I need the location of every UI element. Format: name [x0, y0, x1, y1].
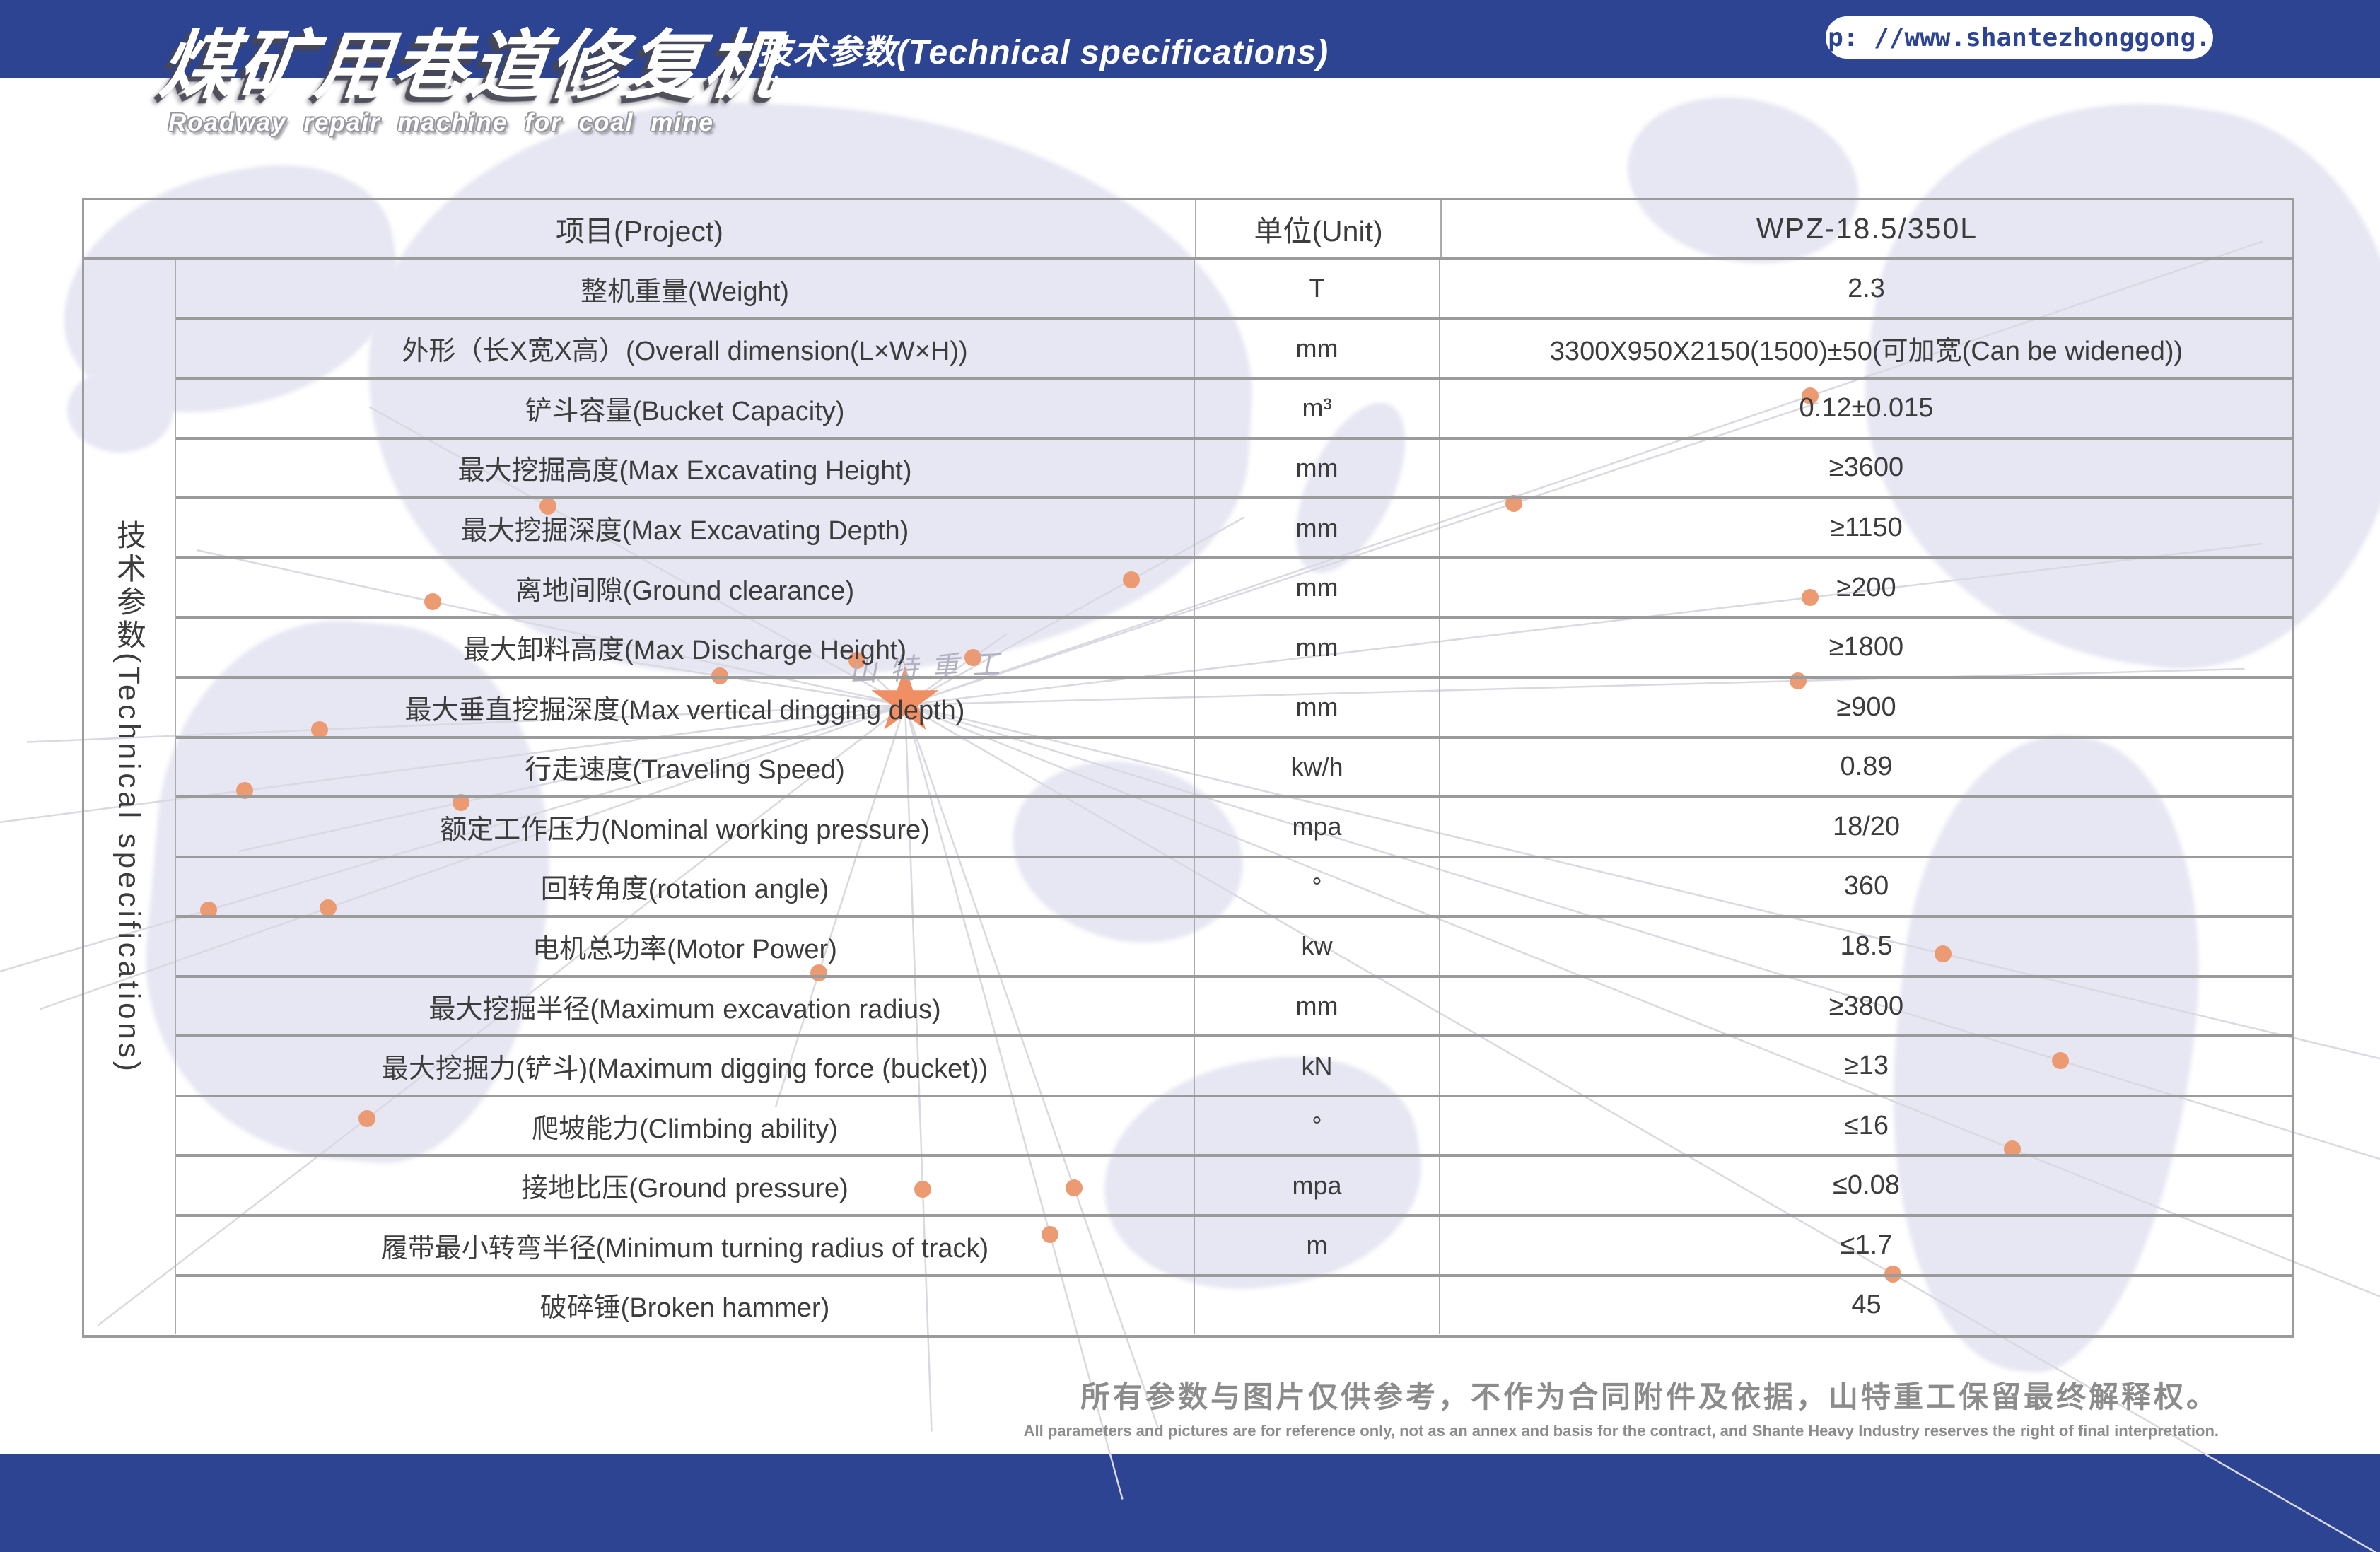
spec-value: ≥3600: [1440, 440, 2292, 497]
spec-unit: mpa: [1195, 1157, 1440, 1214]
table-row: 最大垂直挖掘深度(Max vertical dingging depth) mm…: [176, 679, 2292, 739]
spec-name: 最大挖掘高度(Max Excavating Height): [176, 440, 1195, 497]
table-row: 铲斗容量(Bucket Capacity) m³ 0.12±0.015: [176, 380, 2292, 440]
disclaimer-chinese: 所有参数与图片仅供参考，不作为合同附件及依据，山特重工保留最终解释权。: [1024, 1373, 2219, 1416]
spec-value: ≤0.08: [1440, 1157, 2292, 1214]
spec-unit: kN: [1195, 1037, 1440, 1095]
spec-value: ≤16: [1440, 1097, 2292, 1155]
spec-value: ≥900: [1440, 679, 2292, 736]
spec-unit: mm: [1195, 499, 1440, 556]
spec-unit: mpa: [1195, 798, 1440, 856]
spec-unit: °: [1195, 1097, 1440, 1155]
side-vertical-label: 技术参数(Technical specifications): [108, 520, 151, 1075]
table-row: 离地间隙(Ground clearance) mm ≥200: [176, 559, 2292, 619]
table-row: 最大挖掘半径(Maximum excavation radius) mm ≥38…: [176, 978, 2292, 1038]
table-row: 爬坡能力(Climbing ability) ° ≤16: [176, 1097, 2292, 1157]
table-row: 最大卸料高度(Max Discharge Height) mm ≥1800: [176, 619, 2292, 679]
disclaimer: 所有参数与图片仅供参考，不作为合同附件及依据，山特重工保留最终解释权。 All …: [1024, 1373, 2219, 1440]
spec-name: 破碎锤(Broken hammer): [176, 1277, 1195, 1334]
spec-table: 项目(Project) 单位(Unit) WPZ-18.5/350L 技术参数(…: [82, 198, 2294, 1338]
spec-name: 最大挖掘深度(Max Excavating Depth): [176, 499, 1195, 556]
col-header-project: 项目(Project): [84, 200, 1196, 257]
spec-unit: kw/h: [1195, 739, 1440, 796]
spec-sheet-page: ★ 山特重工 煤矿用巷道修复机 Roadway repair machine f…: [0, 0, 2380, 1552]
table-row: 整机重量(Weight) T 2.3: [176, 260, 2292, 320]
spec-value: ≥1800: [1440, 619, 2292, 676]
spec-unit: mm: [1195, 559, 1440, 617]
spec-unit: mm: [1195, 978, 1440, 1035]
spec-name: 铲斗容量(Bucket Capacity): [176, 380, 1195, 437]
spec-value: 45: [1440, 1277, 2292, 1334]
col-header-unit: 单位(Unit): [1196, 200, 1442, 257]
spec-name: 最大垂直挖掘深度(Max vertical dingging depth): [176, 679, 1195, 736]
table-row: 履带最小转弯半径(Minimum turning radius of track…: [176, 1217, 2292, 1277]
website-link[interactable]: Http: //www.shantezhonggong.com: [1826, 16, 2213, 59]
table-body: 技术参数(Technical specifications) 整机重量(Weig…: [84, 260, 2292, 1334]
table-row: 额定工作压力(Nominal working pressure) mpa 18/…: [176, 798, 2292, 858]
table-header-row: 项目(Project) 单位(Unit) WPZ-18.5/350L: [84, 200, 2292, 260]
spec-unit: m³: [1195, 380, 1440, 437]
spec-name: 外形（长X宽X高）(Overall dimension(L×W×H)): [176, 320, 1195, 378]
spec-value: 0.89: [1440, 739, 2292, 796]
spec-name: 最大挖掘力(铲斗)(Maximum digging force (bucket)…: [176, 1037, 1195, 1095]
table-row: 行走速度(Traveling Speed) kw/h 0.89: [176, 739, 2292, 799]
spec-name: 接地比压(Ground pressure): [176, 1157, 1195, 1214]
spec-rows: 整机重量(Weight) T 2.3 外形（长X宽X高）(Overall dim…: [176, 260, 2292, 1334]
col-header-model: WPZ-18.5/350L: [1442, 200, 2292, 257]
spec-name: 爬坡能力(Climbing ability): [176, 1097, 1195, 1155]
spec-unit: °: [1195, 858, 1440, 916]
spec-value: 0.12±0.015: [1440, 380, 2292, 437]
spec-value: 3300X950X2150(1500)±50(可加宽(Can be widene…: [1440, 320, 2292, 378]
spec-unit: [1195, 1277, 1440, 1334]
spec-name: 额定工作压力(Nominal working pressure): [176, 798, 1195, 856]
spec-name: 离地间隙(Ground clearance): [176, 559, 1195, 617]
page-title: 技术参数(Technical specifications): [758, 24, 1329, 74]
logo-chinese: 煤矿用巷道修复机: [156, 4, 789, 113]
spec-unit: T: [1195, 260, 1440, 317]
spec-value: ≥200: [1440, 559, 2292, 617]
spec-name: 最大挖掘半径(Maximum excavation radius): [176, 978, 1195, 1035]
table-row: 破碎锤(Broken hammer) 45: [176, 1277, 2292, 1334]
spec-name: 履带最小转弯半径(Minimum turning radius of track…: [176, 1217, 1195, 1274]
table-row: 外形（长X宽X高）(Overall dimension(L×W×H)) mm 3…: [176, 320, 2292, 380]
spec-value: ≤1.7: [1440, 1217, 2292, 1274]
spec-value: ≥1150: [1440, 499, 2292, 556]
spec-value: 2.3: [1440, 260, 2292, 317]
spec-name: 电机总功率(Motor Power): [176, 918, 1195, 975]
table-row: 最大挖掘深度(Max Excavating Depth) mm ≥1150: [176, 499, 2292, 559]
spec-value: 18.5: [1440, 918, 2292, 975]
spec-name: 回转角度(rotation angle): [176, 858, 1195, 916]
spec-name: 行走速度(Traveling Speed): [176, 739, 1195, 796]
spec-unit: mm: [1195, 440, 1440, 497]
spec-unit: m: [1195, 1217, 1440, 1274]
logo-english-tagline: Roadway repair machine for coal mine: [168, 109, 714, 137]
side-column: 技术参数(Technical specifications): [84, 260, 176, 1334]
spec-unit: mm: [1195, 619, 1440, 676]
spec-name: 最大卸料高度(Max Discharge Height): [176, 619, 1195, 676]
spec-value: ≥3800: [1440, 978, 2292, 1035]
table-row: 接地比压(Ground pressure) mpa ≤0.08: [176, 1157, 2292, 1217]
table-row: 最大挖掘高度(Max Excavating Height) mm ≥3600: [176, 440, 2292, 500]
spec-unit: mm: [1195, 679, 1440, 736]
table-row: 回转角度(rotation angle) ° 360: [176, 858, 2292, 918]
disclaimer-english: All parameters and pictures are for refe…: [1024, 1422, 2219, 1440]
spec-value: 360: [1440, 858, 2292, 916]
spec-name: 整机重量(Weight): [176, 260, 1195, 317]
spec-unit: mm: [1195, 320, 1440, 378]
spec-value: 18/20: [1440, 798, 2292, 856]
table-row: 最大挖掘力(铲斗)(Maximum digging force (bucket)…: [176, 1037, 2292, 1097]
spec-value: ≥13: [1440, 1037, 2292, 1095]
table-row: 电机总功率(Motor Power) kw 18.5: [176, 918, 2292, 978]
spec-unit: kw: [1195, 918, 1440, 975]
